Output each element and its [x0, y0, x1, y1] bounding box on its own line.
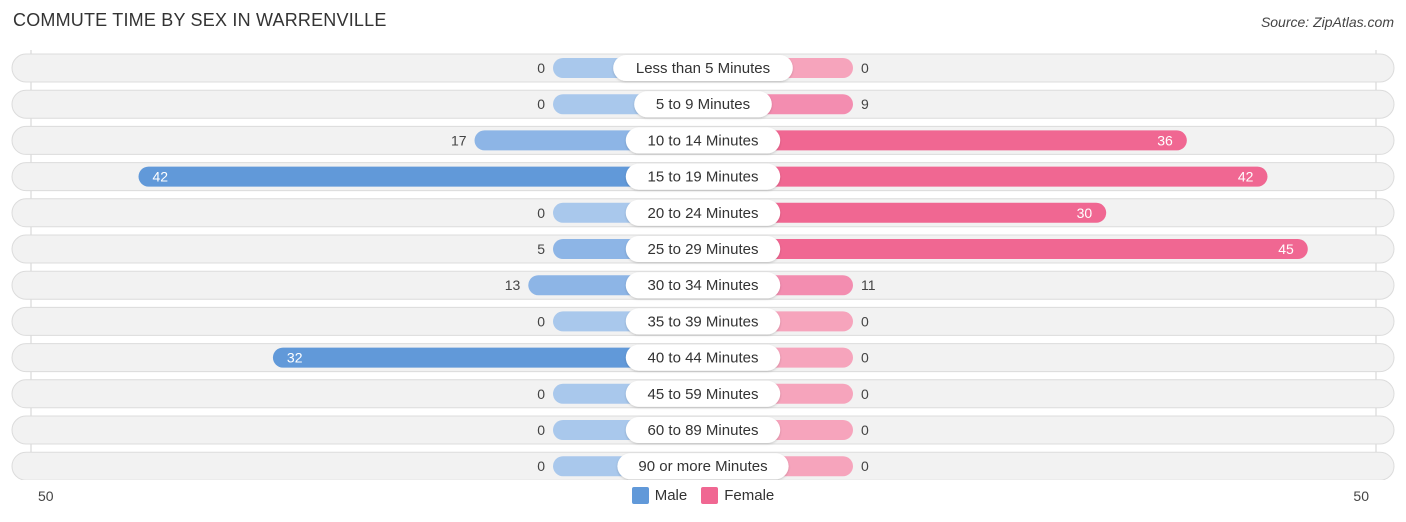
legend-label-female: Female	[724, 487, 775, 504]
female-value-label: 11	[861, 277, 876, 293]
female-value-label: 36	[1157, 132, 1173, 148]
category-label: 45 to 59 Minutes	[648, 386, 759, 403]
male-value-label: 0	[537, 458, 545, 474]
female-value-label: 0	[861, 458, 869, 474]
bar-row: 13 11 30 to 34 Minutes	[11, 270, 1395, 300]
female-value-label: 0	[861, 313, 869, 329]
category-label: 30 to 34 Minutes	[648, 277, 759, 294]
category-label: 40 to 44 Minutes	[648, 350, 759, 367]
female-value-label: 0	[861, 386, 869, 402]
male-value-label: 42	[153, 169, 169, 185]
male-value-label: 0	[537, 422, 545, 438]
bar-row: 0 0 Less than 5 Minutes	[11, 53, 1395, 83]
male-value-label: 0	[537, 313, 545, 329]
legend-swatch-female	[701, 487, 719, 504]
bar-row: 32 0 40 to 44 Minutes	[11, 343, 1395, 373]
female-value-label: 0	[861, 350, 869, 366]
category-label: 20 to 24 Minutes	[648, 205, 759, 222]
bar-row: 0 30 20 to 24 Minutes	[11, 198, 1395, 228]
bar-row: 0 0 60 to 89 Minutes	[11, 415, 1395, 445]
legend-swatch-male	[631, 487, 649, 504]
category-label: 25 to 29 Minutes	[648, 241, 759, 258]
category-label: 15 to 19 Minutes	[648, 169, 759, 186]
bar-row: 0 0 45 to 59 Minutes	[11, 379, 1395, 409]
legend-label-male: Male	[654, 487, 688, 504]
female-bar[interactable]	[703, 166, 1268, 187]
male-value-label: 32	[287, 350, 303, 366]
female-value-label: 42	[1238, 169, 1254, 185]
bar-row: 5 45 25 to 29 Minutes	[11, 234, 1395, 264]
bar-row: 0 9 5 to 9 Minutes	[11, 89, 1395, 119]
bar-row: 42 42 15 to 19 Minutes	[11, 162, 1395, 192]
bar-row: 0 0 35 to 39 Minutes	[11, 306, 1395, 336]
bar-row: 0 0 90 or more Minutes	[11, 451, 1395, 480]
male-bar[interactable]	[138, 166, 703, 187]
male-value-label: 0	[537, 386, 545, 402]
legend-item-female[interactable]: Female	[701, 487, 774, 504]
male-value-label: 0	[537, 96, 545, 112]
female-value-label: 30	[1077, 205, 1093, 221]
category-label: 5 to 9 Minutes	[656, 96, 750, 113]
female-value-label: 0	[861, 422, 869, 438]
legend-item-male[interactable]: Male	[631, 487, 688, 504]
male-value-label: 17	[451, 132, 467, 148]
category-label: 10 to 14 Minutes	[648, 132, 759, 149]
category-label: 35 to 39 Minutes	[648, 313, 759, 330]
male-value-label: 13	[505, 277, 521, 293]
male-value-label: 5	[537, 241, 545, 257]
male-value-label: 0	[537, 205, 545, 221]
female-value-label: 0	[861, 60, 869, 76]
female-value-label: 9	[861, 96, 869, 112]
category-label: 60 to 89 Minutes	[648, 422, 759, 439]
chart-area: 0 0 Less than 5 Minutes 0 9 5 to 9 Minutes 17 3…	[11, 50, 1395, 480]
category-label: Less than 5 Minutes	[636, 60, 770, 77]
category-label: 90 or more Minutes	[638, 458, 767, 475]
female-value-label: 45	[1278, 241, 1294, 257]
bar-row: 17 36 10 to 14 Minutes	[11, 125, 1395, 155]
legend: Male Female	[0, 487, 1406, 504]
female-bar[interactable]	[703, 239, 1308, 259]
male-value-label: 0	[537, 60, 545, 76]
